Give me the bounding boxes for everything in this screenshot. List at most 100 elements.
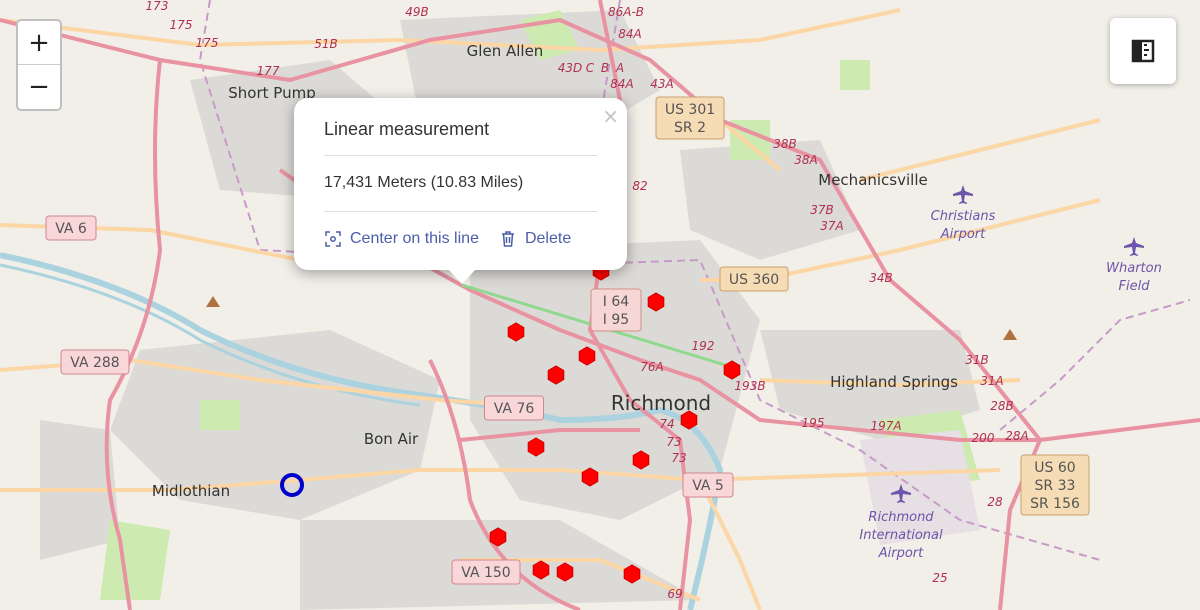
route-shield-va288: VA 288 [60, 349, 130, 375]
label-ric-2: International [859, 528, 943, 543]
location-marker[interactable] [532, 560, 550, 580]
route-shield-text: US 301 [665, 102, 715, 118]
exit-label: 31B [965, 353, 989, 367]
route-shield-va150: VA 150 [451, 559, 521, 585]
route-shield-text: US 60 [1034, 460, 1075, 476]
route-shield-text: I 95 [603, 312, 629, 328]
exit-label: 51B [314, 37, 338, 51]
popup-title: Linear measurement [324, 119, 490, 139]
zoom-in-button[interactable]: + [18, 21, 60, 65]
map-canvas[interactable]: Glen Allen Short Pump Mechanicsville Hig… [0, 0, 1200, 610]
zoom-out-button[interactable]: − [18, 65, 60, 109]
measurement-distance: 17,431 Meters (10.83 Miles) [324, 174, 524, 191]
label-ric-3: Airport [878, 546, 924, 561]
location-marker[interactable] [647, 292, 665, 312]
label-bon-air: Bon Air [364, 430, 419, 448]
exit-label: 175 [170, 18, 193, 32]
exit-label: B [601, 61, 609, 75]
exit-label: 69 [667, 587, 682, 601]
exit-label: 34B [869, 271, 893, 285]
exit-label: 43A [650, 77, 673, 91]
zoom-control: + − [16, 19, 62, 111]
exit-label: 28B [990, 399, 1014, 413]
exit-label: 200 [972, 431, 995, 445]
label-glen-allen: Glen Allen [467, 42, 544, 60]
exit-label: 195 [802, 416, 825, 430]
location-marker[interactable] [556, 562, 574, 582]
popup-close-button[interactable]: × [602, 104, 619, 128]
label-christians-2: Airport [940, 227, 986, 242]
exit-label: 82 [632, 179, 647, 193]
location-marker[interactable] [578, 346, 596, 366]
exit-label: 37B [810, 203, 834, 217]
label-highland-springs: Highland Springs [830, 373, 958, 391]
exit-label: A [615, 61, 624, 75]
exit-label: 73 [671, 451, 686, 465]
location-marker[interactable] [623, 564, 641, 584]
route-shield-i64: I 64 I 95 [590, 288, 642, 332]
exit-label: 28A [1005, 429, 1028, 443]
exit-label: 76A [640, 360, 663, 374]
exit-label: 193B [734, 379, 765, 393]
location-marker[interactable] [489, 527, 507, 547]
route-shield-text: SR 156 [1030, 496, 1080, 512]
label-mechanicsville: Mechanicsville [818, 171, 927, 189]
exit-label: 73 [666, 435, 681, 449]
ruler-icon [1131, 39, 1155, 63]
route-shield-us360: US 360 [719, 266, 789, 292]
location-marker[interactable] [527, 437, 545, 457]
center-focus-icon [325, 231, 341, 247]
route-shield-text: VA 6 [55, 221, 87, 237]
route-shield-text: VA 5 [692, 478, 724, 494]
route-shield-text: I 64 [603, 294, 629, 310]
route-shield-va76: VA 76 [484, 395, 544, 421]
exit-label: 49B [405, 5, 429, 19]
popup-actions: Center on this line Delete [324, 212, 597, 266]
label-ric-1: Richmond [868, 510, 934, 525]
exit-label: 31A [980, 374, 1003, 388]
exit-label: 175 [196, 36, 219, 50]
route-shield-us301: US 301 SR 2 [655, 96, 725, 140]
exit-label: 38A [794, 153, 817, 167]
exit-label: 177 [257, 64, 280, 78]
center-on-line-label: Center on this line [350, 230, 479, 247]
exit-label: 86A-B [608, 5, 644, 19]
route-shield-va6: VA 6 [45, 215, 97, 241]
exit-label: 25 [932, 571, 947, 585]
label-christians-1: Christians [931, 209, 996, 224]
route-shield-text: SR 33 [1035, 478, 1076, 494]
route-shield-text: VA 76 [494, 401, 535, 417]
exit-label: 37A [820, 219, 843, 233]
exit-label: 38B [773, 137, 797, 151]
delete-link[interactable]: Delete [499, 230, 571, 248]
location-marker[interactable] [507, 322, 525, 342]
exit-label: 74 [659, 417, 674, 431]
measure-tool-button[interactable] [1110, 18, 1176, 84]
exit-label: C [586, 61, 595, 75]
location-marker[interactable] [632, 450, 650, 470]
exit-label: 173 [146, 0, 169, 13]
route-shield-va5: VA 5 [682, 472, 734, 498]
exit-label: 84A [610, 77, 633, 91]
exit-label: 84A [618, 27, 641, 41]
label-wharton-2: Field [1119, 279, 1151, 294]
route-shield-text: VA 150 [461, 565, 510, 581]
route-shield-text: US 360 [729, 272, 779, 288]
location-marker[interactable] [547, 365, 565, 385]
exit-label: 192 [692, 339, 715, 353]
trash-icon [501, 231, 514, 247]
location-marker[interactable] [581, 467, 599, 487]
route-shield-text: VA 288 [70, 355, 119, 371]
label-richmond: Richmond [611, 391, 711, 415]
label-wharton-1: Wharton [1106, 261, 1162, 276]
route-shield-text: SR 2 [674, 120, 706, 136]
center-on-line-link[interactable]: Center on this line [324, 230, 479, 248]
exit-label: 28 [987, 495, 1003, 509]
route-shield-us60: US 60 SR 33 SR 156 [1020, 454, 1090, 516]
exit-label: 197A [870, 419, 901, 433]
exit-label: 43D [558, 61, 583, 75]
label-midlothian: Midlothian [152, 482, 230, 500]
location-marker[interactable] [723, 360, 741, 380]
measurement-popup: × Linear measurement 17,431 Meters (10.8… [294, 98, 627, 284]
delete-label: Delete [524, 230, 572, 247]
